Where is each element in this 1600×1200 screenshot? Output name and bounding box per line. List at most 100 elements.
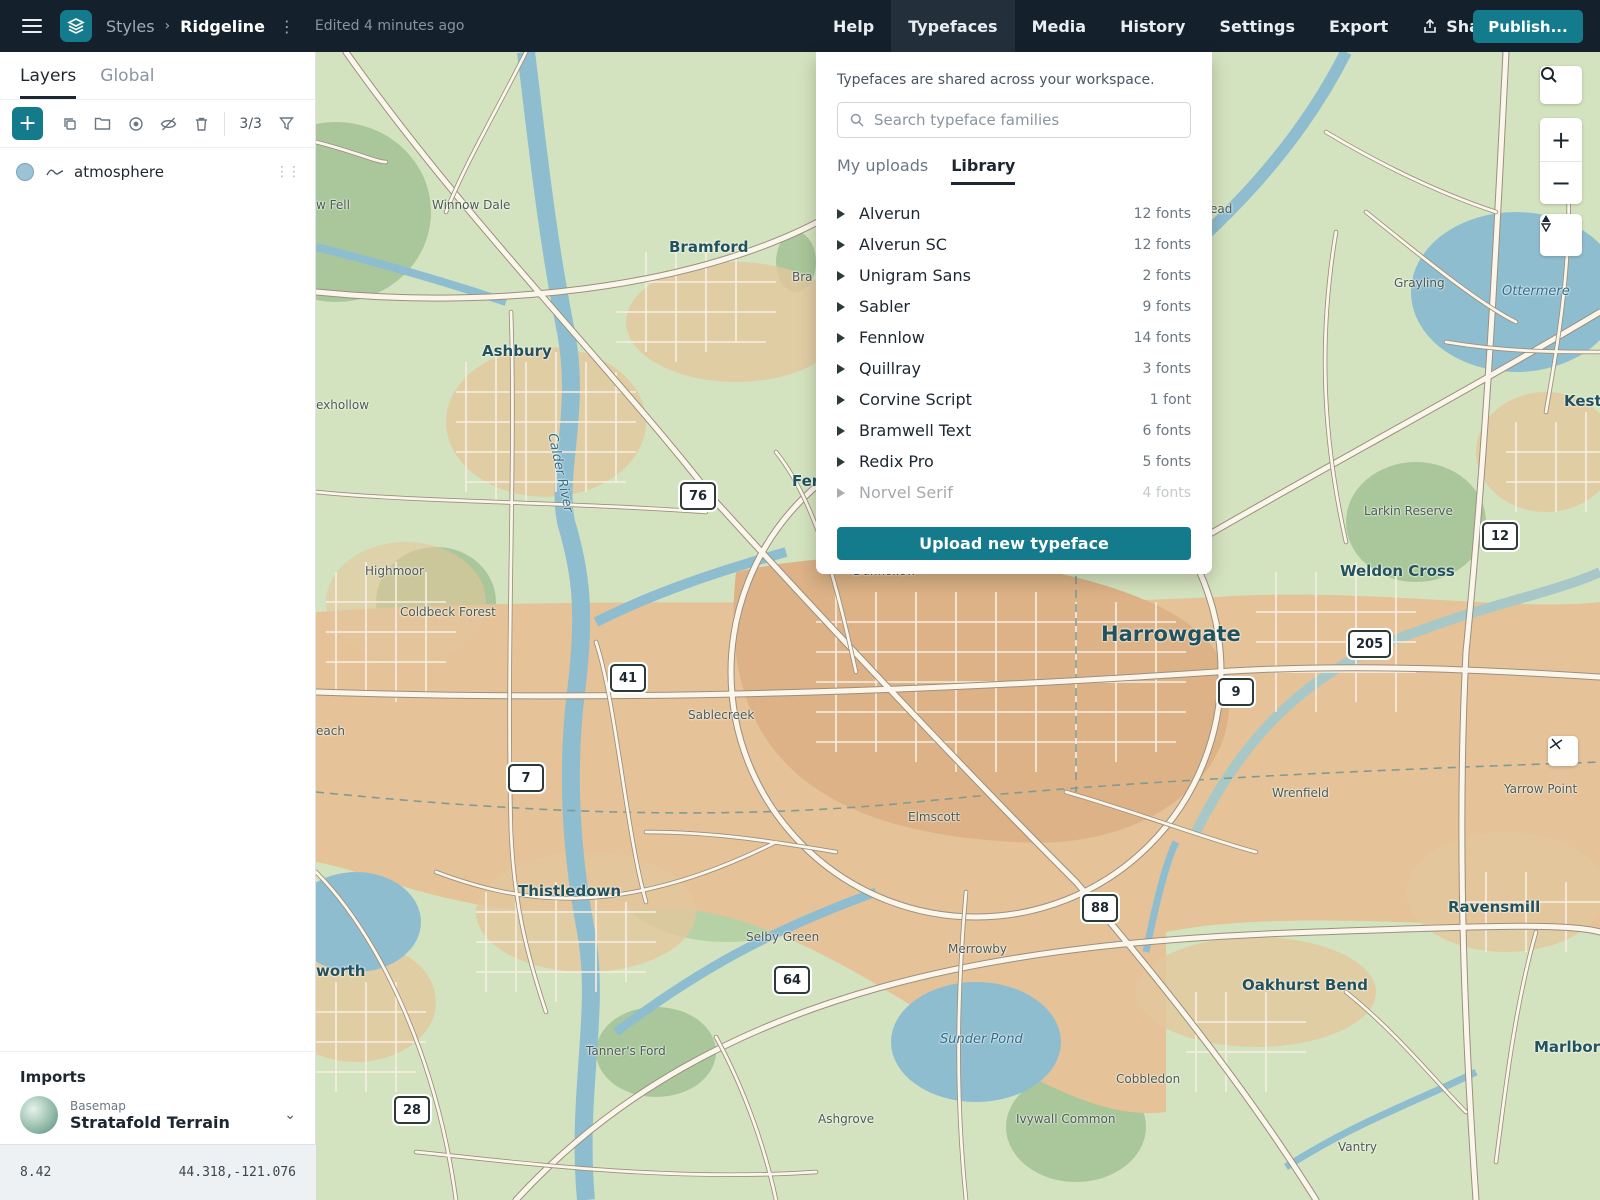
place-label: Ivywall Common [1016,1112,1116,1126]
chevron-down-icon[interactable]: ⌄ [284,1107,296,1123]
family-name: Quillray [859,359,921,378]
compass-button[interactable] [1540,214,1582,256]
basemap-import[interactable]: Basemap Stratafold Terrain ⌄ [20,1096,296,1134]
typeface-family-row[interactable]: Norvel Serif 4 fonts [837,477,1191,502]
layer-row[interactable]: atmosphere ⋮⋮ [0,148,315,196]
route-shield: 88 [1082,894,1118,922]
tab-my-uploads[interactable]: My uploads [837,156,928,186]
layer-toolbar: + 3/3 [0,100,315,148]
expand-icon [837,363,845,374]
nav-history[interactable]: History [1103,0,1202,52]
delete-icon[interactable] [185,107,218,140]
duplicate-icon[interactable] [53,107,86,140]
atmosphere-icon [46,169,64,176]
typeface-search-input[interactable] [874,111,1178,129]
font-count: 6 fonts [1142,422,1191,439]
search-icon [850,113,864,127]
tab-library[interactable]: Library [951,156,1016,185]
place-label: ead [1210,202,1233,216]
route-shield: 9 [1218,678,1254,706]
zoom-controls: + − [1540,118,1582,204]
typeface-family-row[interactable]: Alverun SC 12 fonts [837,229,1191,260]
typeface-family-row[interactable]: Bramwell Text 6 fonts [837,415,1191,446]
hide-icon[interactable] [152,107,185,140]
expand-icon [837,301,845,312]
place-label: Elmscott [908,810,961,824]
font-count: 3 fonts [1142,360,1191,377]
place-label: Ashgrove [818,1112,875,1126]
font-count: 9 fonts [1142,298,1191,315]
place-label: Grayling [1394,276,1445,290]
expand-icon [837,487,845,498]
menu-icon[interactable] [22,19,42,33]
breadcrumb-styles[interactable]: Styles [106,17,155,36]
status-bar: 8.42 44.318,-121.076 [0,1144,316,1200]
import-name: Stratafold Terrain [70,1112,230,1132]
zoom-out-icon[interactable]: − [1551,162,1571,204]
nav-help[interactable]: Help [816,0,891,52]
imports-heading: Imports [20,1068,86,1086]
tab-layers[interactable]: Layers [20,66,77,99]
nav-typefaces[interactable]: Typefaces [891,0,1015,52]
family-name: Redix Pro [859,452,934,471]
nav-settings[interactable]: Settings [1202,0,1312,52]
place-label: Coldbeck Forest [400,605,496,619]
expand-icon [837,208,845,219]
place-label: Ravensmill [1448,898,1541,916]
route-shield: 28 [394,1096,430,1124]
compass-icon [1540,215,1552,232]
typeface-family-row[interactable]: Sabler 9 fonts [837,291,1191,322]
place-label: worth [316,962,366,980]
typeface-family-row[interactable]: Quillray 3 fonts [837,353,1191,384]
place-label: Highmoor [365,564,424,578]
typeface-family-row[interactable]: Corvine Script 1 font [837,384,1191,415]
upload-typeface-button[interactable]: Upload new typeface [837,527,1191,560]
place-label: Marlborn [1534,1038,1600,1056]
place-label: Weldon Cross [1340,562,1455,580]
place-label: Merrowby [948,942,1008,956]
nav-media[interactable]: Media [1015,0,1104,52]
place-label: Sablecreek [688,708,755,722]
place-label: Winnow Dale [432,198,511,212]
nav-export[interactable]: Export [1312,0,1405,52]
drag-handle-icon[interactable]: ⋮⋮ [275,164,301,180]
map-search-button[interactable] [1540,66,1582,104]
zoom-in-icon[interactable]: + [1551,119,1571,161]
expand-icon [837,239,845,250]
filter-icon[interactable] [270,107,303,140]
place-label: Ashbury [482,342,552,360]
typeface-family-row[interactable]: Redix Pro 5 fonts [837,446,1191,477]
layer-count: 3/3 [239,115,262,132]
place-label: Oakhurst Bend [1242,976,1368,994]
pitch-button[interactable] [1548,736,1578,766]
place-label: Thistledown [518,882,622,900]
typeface-search[interactable] [837,102,1191,138]
globe-icon [20,1096,58,1134]
publish-button[interactable]: Publish... [1473,10,1583,43]
place-label: Wrenfield [1272,786,1329,800]
coordinate-readout: 44.318,-121.076 [178,1165,296,1180]
place-label: each [316,724,345,738]
more-options-icon[interactable]: ⋮ [279,17,295,36]
import-kind: Basemap [70,1098,126,1113]
typeface-family-row[interactable]: Alverun 12 fonts [837,198,1191,229]
family-name: Norvel Serif [859,483,953,502]
add-layer-button[interactable]: + [12,107,44,140]
family-name: Corvine Script [859,390,972,409]
sidebar-tabs: Layers Global [0,52,315,100]
town-area [1406,832,1600,952]
place-label: Tanner's Ford [586,1044,666,1058]
folder-icon[interactable] [86,107,119,140]
tab-global[interactable]: Global [100,66,154,99]
place-label: Selby Green [746,930,820,944]
typeface-family-row[interactable]: Unigram Sans 2 fonts [837,260,1191,291]
expand-icon [837,425,845,436]
ottermere-label: Ottermere [1502,284,1570,299]
typefaces-note: Typefaces are shared across your workspa… [837,72,1155,88]
typeface-family-row[interactable]: Fennlow 14 fonts [837,322,1191,353]
app-logo-icon[interactable] [60,10,92,42]
target-icon[interactable] [119,107,152,140]
expand-icon [837,270,845,281]
place-label: Bramford [669,238,749,256]
style-title[interactable]: Ridgeline [180,17,265,36]
